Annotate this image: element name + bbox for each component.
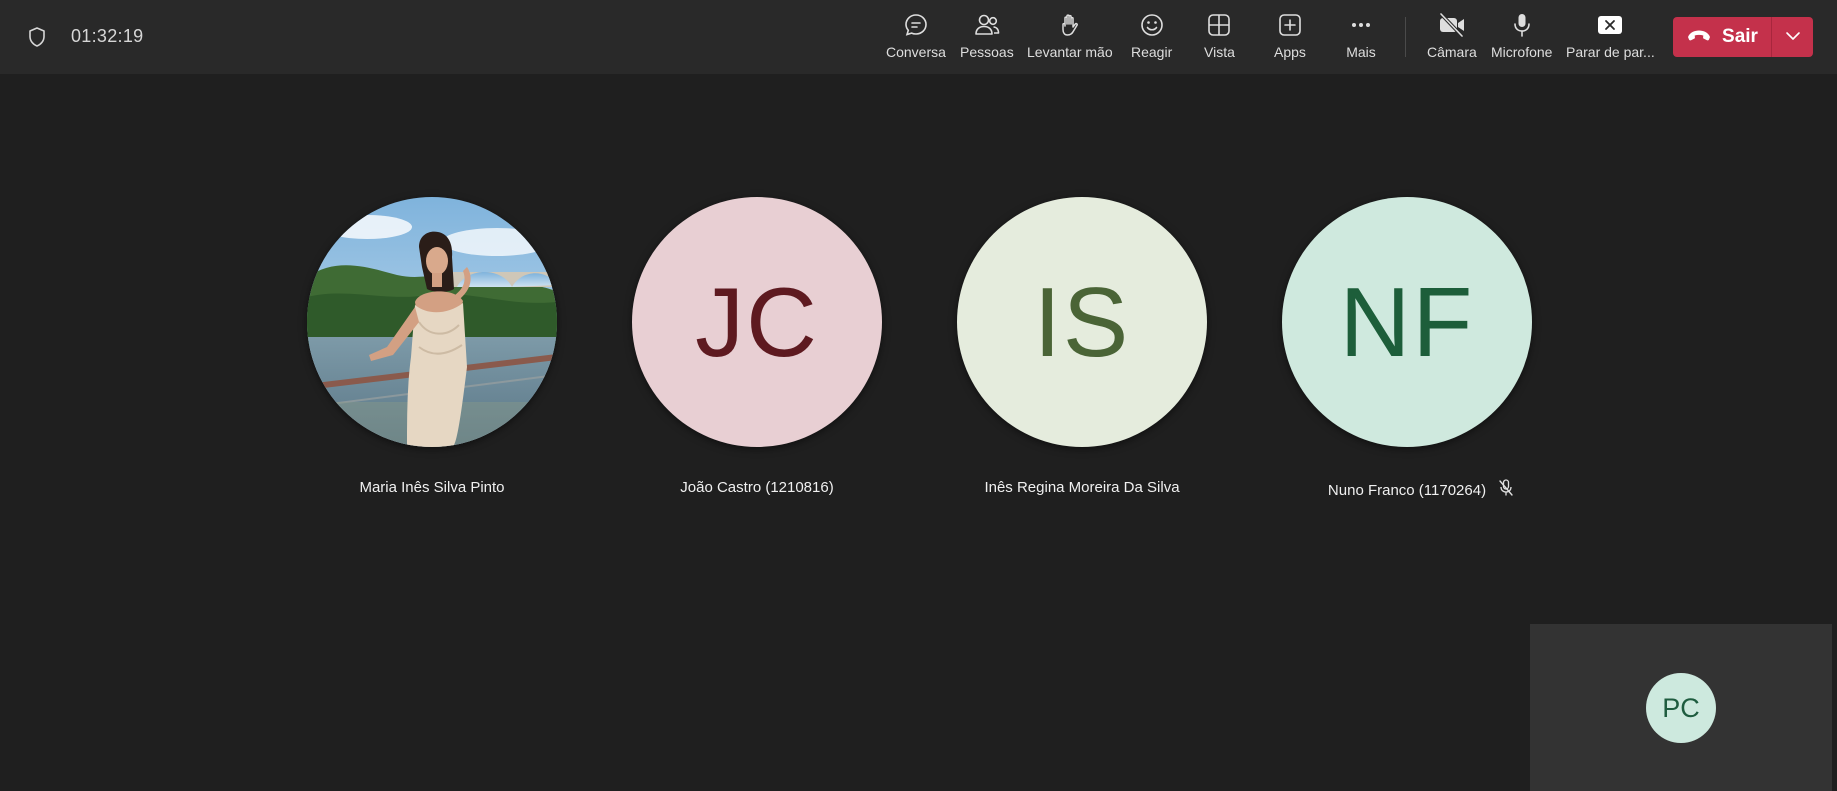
participant-photo [307, 197, 557, 447]
add-app-icon [1275, 10, 1305, 40]
camera-label: Câmara [1427, 44, 1477, 60]
chat-icon [901, 10, 931, 40]
react-label: Reagir [1131, 44, 1173, 60]
apps-button[interactable]: Apps [1274, 10, 1306, 66]
people-icon [972, 10, 1002, 40]
participant-name: João Castro (1210816) [680, 479, 834, 496]
grid-view-icon [1204, 10, 1234, 40]
camera-off-icon [1437, 10, 1467, 40]
participant-initials: NF [1339, 266, 1475, 377]
more-button[interactable]: Mais [1346, 10, 1376, 66]
react-button[interactable]: Reagir [1131, 10, 1172, 66]
participant-avatar: JC [632, 197, 882, 447]
stop-sharing-icon [1595, 10, 1625, 40]
stop-sharing-button[interactable]: Parar de par... [1566, 10, 1655, 66]
leave-button-group: Sair [1673, 17, 1813, 57]
mic-muted-icon [1498, 479, 1514, 501]
more-label: Mais [1346, 44, 1376, 60]
people-button[interactable]: Pessoas [960, 10, 1014, 66]
meeting-top-bar: 01:32:19 Conversa Pessoas Levantar mão R… [0, 0, 1837, 74]
participant-tile[interactable]: JC João Castro (1210816) [632, 197, 882, 496]
chat-label: Conversa [886, 44, 946, 60]
smiley-icon [1137, 10, 1167, 40]
meeting-stage: Maria Inês Silva Pinto JC João Castro (1… [0, 74, 1837, 791]
participant-name: Nuno Franco (1170264) [1327, 481, 1487, 499]
participant-name: Maria Inês Silva Pinto [359, 479, 505, 496]
self-view-tile[interactable]: PC [1530, 624, 1832, 791]
participant-name-row: Maria Inês Silva Pinto [307, 479, 557, 496]
hand-icon [1055, 10, 1085, 40]
chevron-down-icon [1785, 28, 1801, 46]
self-avatar: PC [1646, 673, 1716, 743]
microphone-icon [1507, 10, 1537, 40]
participant-tile[interactable]: IS Inês Regina Moreira Da Silva [957, 197, 1207, 496]
camera-button[interactable]: Câmara [1427, 10, 1477, 66]
leave-options-dropdown[interactable] [1772, 17, 1813, 57]
raise-hand-label: Levantar mão [1027, 44, 1113, 60]
microphone-button[interactable]: Microfone [1491, 10, 1552, 66]
raise-hand-button[interactable]: Levantar mão [1027, 10, 1113, 66]
participant-avatar: IS [957, 197, 1207, 447]
meeting-timer: 01:32:19 [71, 26, 144, 46]
more-dots-icon [1346, 10, 1376, 40]
participant-tile[interactable]: Maria Inês Silva Pinto [307, 197, 557, 496]
view-button[interactable]: Vista [1204, 10, 1235, 66]
apps-label: Apps [1274, 44, 1306, 60]
participant-name-row: Inês Regina Moreira Da Silva [957, 479, 1207, 496]
leave-label: Sair [1722, 26, 1758, 47]
microphone-label: Microfone [1491, 44, 1553, 60]
phone-hangup-icon [1686, 27, 1712, 48]
view-label: Vista [1204, 44, 1235, 60]
people-label: Pessoas [960, 44, 1014, 60]
leave-button[interactable]: Sair [1673, 17, 1771, 57]
chat-button[interactable]: Conversa [886, 10, 946, 66]
participant-initials: IS [1033, 266, 1131, 377]
participant-name: Inês Regina Moreira Da Silva [984, 479, 1180, 496]
participant-tile[interactable]: NF Nuno Franco (1170264) [1282, 197, 1532, 501]
participant-avatar: NF [1282, 197, 1532, 447]
participant-initials: JC [695, 266, 819, 377]
toolbar-divider [1405, 17, 1406, 57]
participant-name-row: João Castro (1210816) [632, 479, 882, 496]
stop-sharing-label: Parar de par... [1566, 44, 1655, 60]
shield-icon[interactable] [25, 25, 49, 49]
participant-name-row: Nuno Franco (1170264) [1310, 479, 1532, 501]
